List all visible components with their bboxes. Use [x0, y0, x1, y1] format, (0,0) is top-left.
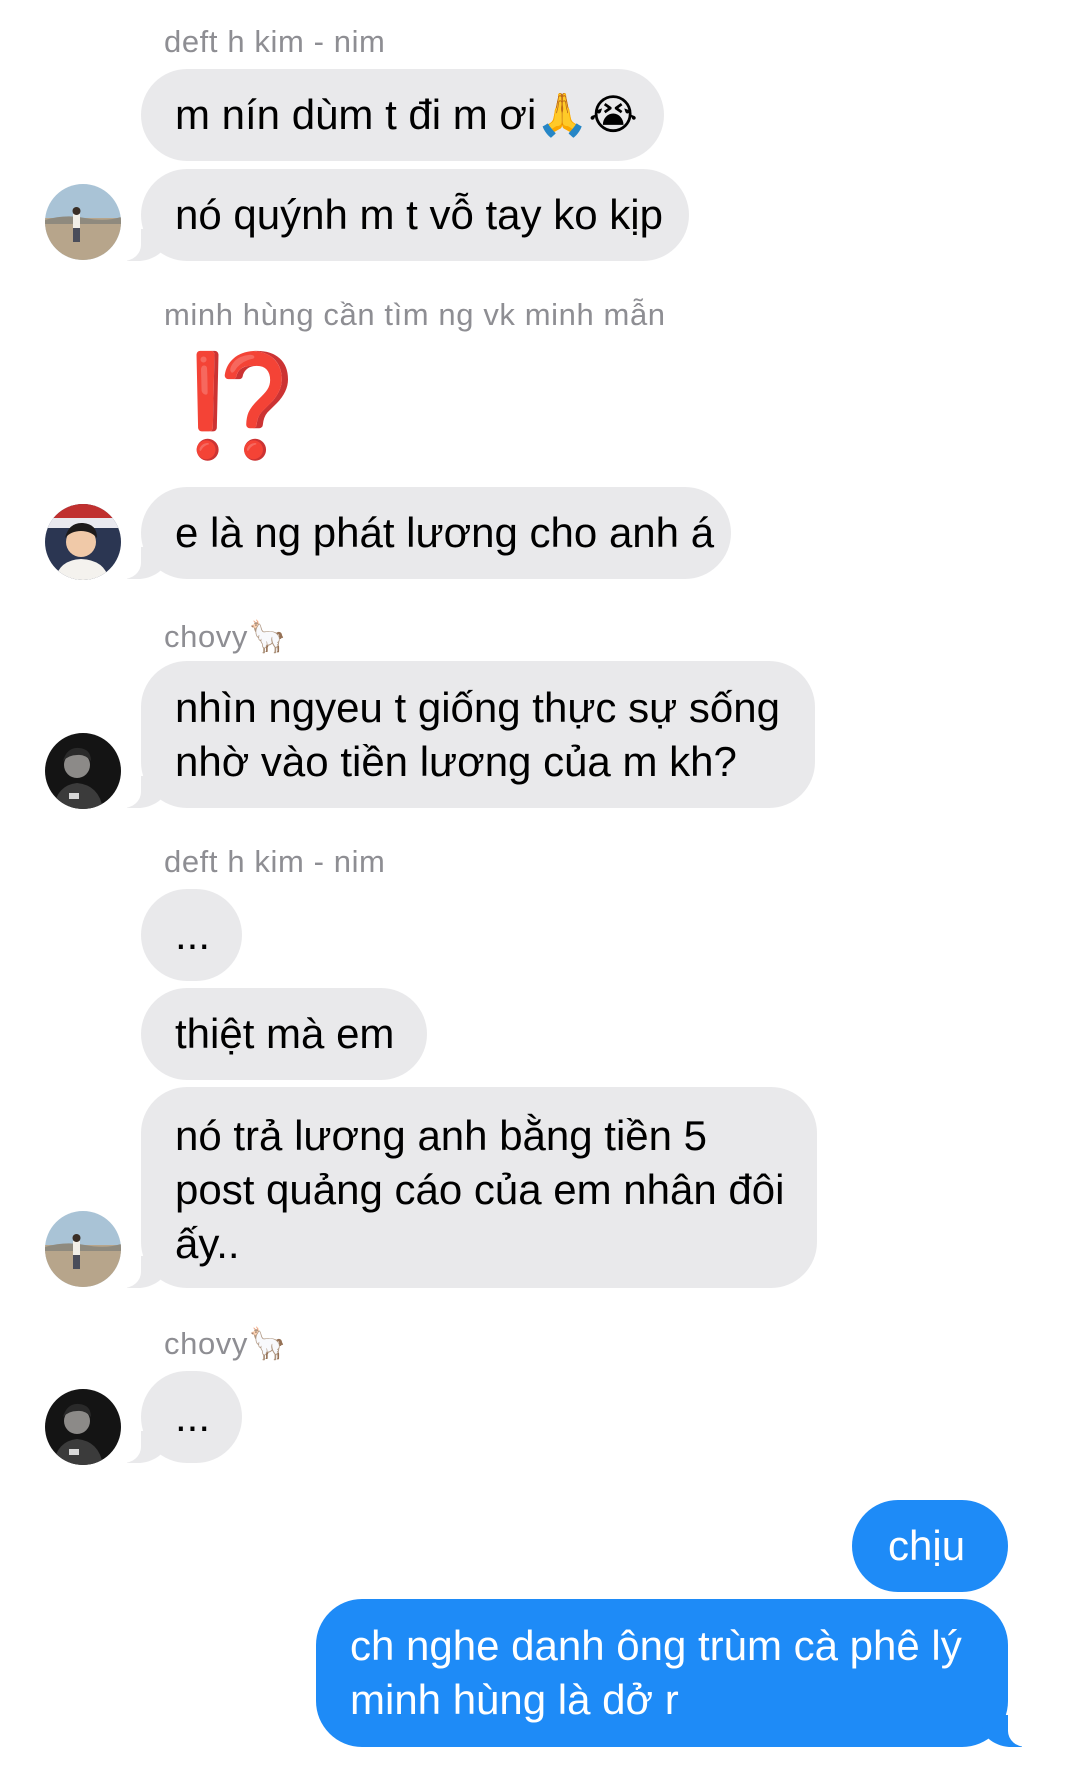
message-text-line: ch nghe danh ông trùm cà phê lý	[350, 1622, 962, 1669]
message-bubble[interactable]: nhìn ngyeu t giống thực sự sống nhờ vào …	[109, 661, 815, 808]
chovy-avatar-icon[interactable]	[45, 733, 121, 809]
message-text-line: minh hùng là dở r	[350, 1676, 679, 1723]
sender-name-chovy: chovy🦙	[164, 1326, 288, 1361]
sender-name-minh: minh hùng cần tìm ng vk minh mẫn	[164, 297, 666, 332]
message-bubble[interactable]: e là ng phát lương cho anh á	[109, 487, 731, 579]
deft-avatar-icon[interactable]	[45, 1211, 121, 1287]
message-text: nó quýnh m t vỗ tay ko kịp	[175, 191, 663, 238]
message-text-line: ấy..	[175, 1220, 240, 1267]
message-bubble[interactable]: ...	[109, 1371, 242, 1463]
message-text: ...	[175, 1393, 211, 1440]
deft-avatar-icon[interactable]	[45, 184, 121, 260]
message-bubble[interactable]: nó trả lương anh bằng tiền 5 post quảng …	[109, 1087, 817, 1288]
message-text-line: nó trả lương anh bằng tiền 5	[175, 1112, 708, 1159]
message-text: thiệt mà em	[175, 1010, 395, 1057]
sender-name-deft: deft h kim - nim	[164, 24, 386, 59]
message-text: ...	[175, 911, 211, 958]
outgoing-message-bubble[interactable]: chịu	[852, 1500, 1008, 1592]
interrobang-reaction[interactable]: ⁉️	[180, 356, 305, 456]
outgoing-message-bubble[interactable]: ch nghe danh ông trùm cà phê lý minh hùn…	[316, 1599, 1040, 1747]
message-text-line: nhìn ngyeu t giống thực sự sống	[175, 684, 780, 731]
minh-avatar-icon[interactable]	[45, 504, 121, 580]
message-bubble[interactable]: thiệt mà em	[141, 988, 427, 1080]
message-bubble[interactable]: nó quýnh m t vỗ tay ko kịp	[109, 169, 689, 261]
message-bubble[interactable]: ...	[141, 889, 242, 981]
chovy-avatar-icon[interactable]	[45, 1389, 121, 1465]
message-bubble[interactable]: m nín dùm t đi m ơi🙏😭	[141, 69, 664, 161]
message-text-line: nhờ vào tiền lương của m kh?	[175, 738, 737, 785]
message-text: e là ng phát lương cho anh á	[175, 509, 715, 556]
message-text: chịu	[888, 1522, 966, 1569]
sender-name-deft: deft h kim - nim	[164, 844, 386, 879]
sender-name-chovy: chovy🦙	[164, 619, 288, 654]
message-text-line: post quảng cáo của em nhân đôi	[175, 1166, 785, 1213]
message-text: m nín dùm t đi m ơi🙏😭	[175, 91, 638, 138]
